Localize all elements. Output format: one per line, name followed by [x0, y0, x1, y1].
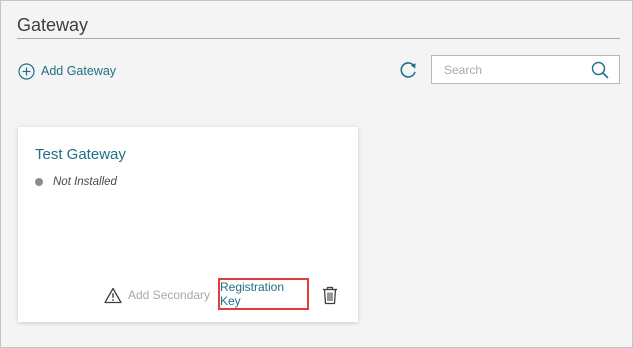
add-gateway-label: Add Gateway: [41, 64, 117, 78]
search-box: [431, 55, 620, 84]
search-input[interactable]: [432, 56, 594, 83]
refresh-icon: [400, 62, 416, 78]
registration-key-label: Registration Key: [220, 280, 285, 308]
gateway-status: Not Installed: [35, 175, 117, 189]
add-secondary-button[interactable]: Add Secondary: [104, 285, 210, 305]
add-gateway-button[interactable]: Add Gateway: [18, 61, 116, 81]
refresh-button[interactable]: [397, 59, 419, 81]
trash-icon[interactable]: [321, 285, 339, 305]
warning-icon: [104, 287, 122, 303]
status-dot-icon: [35, 178, 43, 186]
gateway-name-link[interactable]: Test Gateway: [35, 146, 126, 163]
gateway-card: Test Gateway Not Installed Add Secondary…: [18, 127, 358, 322]
add-circle-icon: [18, 62, 35, 80]
gateway-page: Gateway Add Gateway Test Gateway Not Ins…: [0, 0, 633, 348]
add-secondary-label: Add Secondary: [128, 288, 211, 302]
status-text: Not Installed: [53, 176, 117, 188]
registration-key-button[interactable]: Registration Key: [218, 278, 309, 310]
title-divider: [17, 38, 620, 39]
search-icon[interactable]: [591, 61, 609, 79]
page-title: Gateway: [17, 15, 89, 35]
